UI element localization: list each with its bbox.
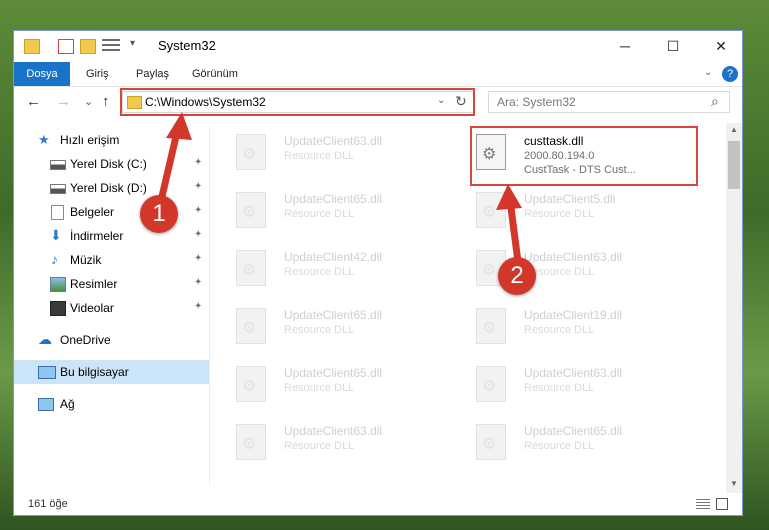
step-2-badge: 2 — [498, 257, 536, 295]
arrow-1 — [156, 112, 192, 209]
arrow-2 — [496, 184, 522, 266]
annotation-arrows — [156, 112, 522, 266]
step-1-badge: 1 — [140, 195, 178, 233]
